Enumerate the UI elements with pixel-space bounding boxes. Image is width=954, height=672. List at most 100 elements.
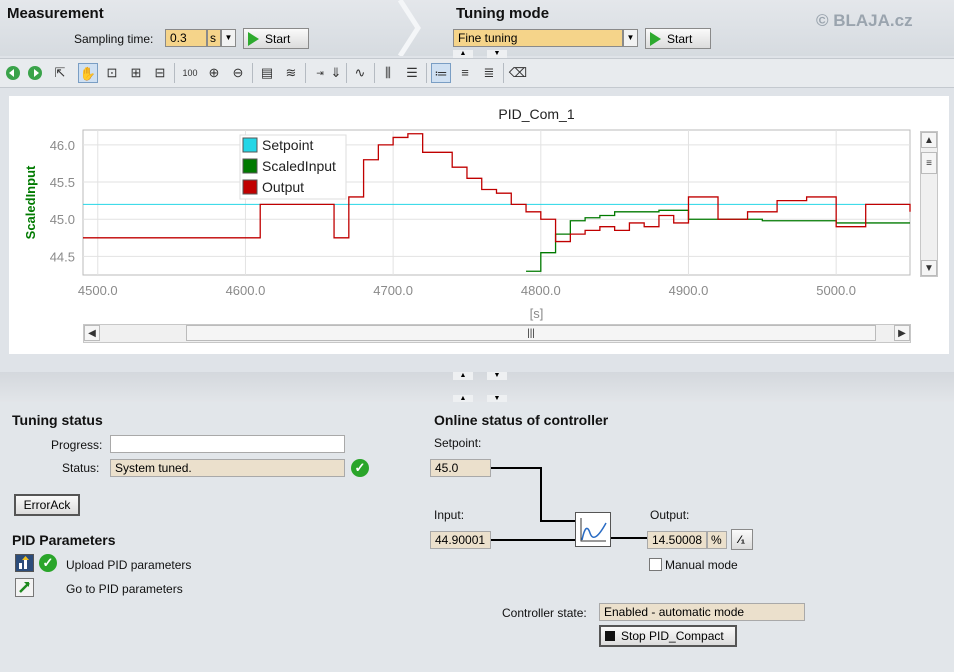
y-tick-label: 44.5 xyxy=(50,249,75,264)
x-tick-label: 4800.0 xyxy=(521,283,561,298)
controller-state-value: Enabled - automatic mode xyxy=(599,603,805,621)
zoom-box-icon[interactable]: ⊡ xyxy=(102,63,122,83)
scroll-up-icon[interactable]: ▲ xyxy=(921,132,937,148)
x-tick-label: 5000.0 xyxy=(816,283,856,298)
x-tick-label: 4600.0 xyxy=(226,283,266,298)
measurement-start-label: Start xyxy=(265,31,291,46)
horizontal-ruler-icon[interactable]: ☰ xyxy=(402,63,422,83)
y-tick-label: 45.5 xyxy=(50,175,75,190)
step-chevron-icon xyxy=(397,0,421,56)
collapse-down-icon[interactable]: ▼ xyxy=(487,372,507,380)
upload-pid-icon[interactable] xyxy=(15,554,34,572)
trend-chart[interactable]: PID_Com_1 4500.0 4600.0 4700.0 4800.0 4900.0 5… xyxy=(9,96,949,354)
scroll-right-icon[interactable]: ▶ xyxy=(894,325,910,341)
input-value: 44.90001 xyxy=(430,531,491,549)
setpoint-label: Setpoint: xyxy=(434,436,482,450)
legend-label: ScaledInput xyxy=(262,158,336,174)
check-icon: ✓ xyxy=(39,554,57,572)
legend-label: Output xyxy=(262,179,304,195)
progress-label: Progress: xyxy=(51,438,103,452)
legend-left-icon[interactable]: ≔ xyxy=(431,63,451,83)
goto-pid-label[interactable]: Go to PID parameters xyxy=(66,582,183,596)
zoom-x-icon[interactable]: ⊞ xyxy=(126,63,146,83)
zoom-100-icon[interactable]: 100 xyxy=(180,63,200,83)
tuning-start-button[interactable]: Start xyxy=(645,28,711,49)
output-unit: % xyxy=(707,531,727,549)
output-override-icon[interactable]: ⁄₁ xyxy=(731,529,753,550)
select-icon[interactable]: ⇱ xyxy=(50,63,70,83)
manual-mode-checkbox[interactable] xyxy=(649,558,662,571)
stop-pid-label: Stop PID_Compact xyxy=(621,629,724,643)
measurement-title: Measurement xyxy=(7,5,104,22)
y-tick-label: 45.0 xyxy=(50,212,75,227)
check-icon: ✓ xyxy=(351,459,369,477)
y-axis-label: ScaledInput xyxy=(23,165,38,239)
sampling-time-input[interactable]: 0.3 xyxy=(165,29,207,47)
forward-icon[interactable] xyxy=(25,63,45,83)
legend-swatch xyxy=(242,137,258,153)
output-value: 14.50008 xyxy=(647,531,707,549)
x-tick-label: 4500.0 xyxy=(78,283,118,298)
x-tick-label: 4700.0 xyxy=(373,283,413,298)
back-icon[interactable] xyxy=(3,63,23,83)
x-axis-label: [s] xyxy=(530,306,544,321)
sampling-dropdown-button[interactable]: ▼ xyxy=(221,29,236,47)
tuning-mode-dropdown-button[interactable]: ▼ xyxy=(623,29,638,47)
setpoint-value: 45.0 xyxy=(430,459,491,477)
x-tick-label: 4900.0 xyxy=(669,283,709,298)
export-icon[interactable]: ⇓ xyxy=(326,63,346,83)
online-status-title: Online status of controller xyxy=(434,412,609,428)
plot-area xyxy=(82,129,911,276)
sampling-unit: s xyxy=(207,29,221,47)
curve-icon[interactable]: ∿ xyxy=(350,63,370,83)
fit-icon[interactable]: ▤ xyxy=(257,63,277,83)
stop-pid-button[interactable]: Stop PID_Compact xyxy=(599,625,737,647)
legend-swatch xyxy=(242,158,258,174)
legend-right-icon[interactable]: ≣ xyxy=(479,63,499,83)
output-label: Output: xyxy=(650,508,690,522)
zoom-y-icon[interactable]: ⊟ xyxy=(150,63,170,83)
tuning-mode-title: Tuning mode xyxy=(456,5,550,22)
fit-y-icon[interactable]: ≋ xyxy=(281,63,301,83)
chart-vertical-scrollbar[interactable]: ▲ ≡ ▼ xyxy=(920,131,938,277)
measurement-start-button[interactable]: Start xyxy=(243,28,309,49)
manual-mode-label: Manual mode xyxy=(665,558,738,572)
panel-splitter[interactable] xyxy=(0,372,954,402)
status-label: Status: xyxy=(62,461,100,475)
play-icon xyxy=(248,31,259,46)
chart-title: PID_Com_1 xyxy=(498,106,574,122)
stop-icon xyxy=(605,631,615,641)
sampling-time-label: Sampling time: xyxy=(74,32,154,46)
collapse-up-icon[interactable]: ▲ xyxy=(453,50,473,58)
collapse-up-icon[interactable]: ▲ xyxy=(453,372,473,380)
chart-horizontal-scrollbar[interactable]: ◀ ||| ▶ xyxy=(83,324,911,343)
tuning-mode-select[interactable]: Fine tuning xyxy=(453,29,623,47)
chart-toolbar: ⇱ ✋ ⊡ ⊞ ⊟ 100 ⊕ ⊖ ▤ ≋ ⇥ ⇓ ∿ ⫼ ☰ ≔ ≡ ≣ ⌫ xyxy=(0,58,954,88)
expand-down-icon[interactable]: ▼ xyxy=(487,395,507,402)
pan-icon[interactable]: ✋ xyxy=(78,63,98,83)
upload-pid-label[interactable]: Upload PID parameters xyxy=(66,558,191,572)
play-icon xyxy=(650,31,661,46)
tuning-status-title: Tuning status xyxy=(12,412,103,428)
collapse-down-icon[interactable]: ▼ xyxy=(487,50,507,58)
progress-bar xyxy=(110,435,345,453)
legend-label: Setpoint xyxy=(262,137,313,153)
legend-swatch xyxy=(242,179,258,195)
controller-block-icon xyxy=(575,512,611,547)
scroll-left-icon[interactable]: ◀ xyxy=(84,325,100,341)
input-label: Input: xyxy=(434,508,465,522)
zoom-in-icon[interactable]: ⊕ xyxy=(204,63,224,83)
y-tick-label: 46.0 xyxy=(50,138,75,153)
pid-parameters-title: PID Parameters xyxy=(12,532,116,548)
goto-pid-icon[interactable] xyxy=(15,578,34,597)
erroack-button[interactable]: ErrorAck xyxy=(14,494,80,516)
scroll-thumb-h[interactable]: ||| xyxy=(186,325,876,341)
vertical-ruler-icon[interactable]: ⫼ xyxy=(378,63,398,83)
expand-up-icon[interactable]: ▲ xyxy=(453,395,473,402)
tuning-start-label: Start xyxy=(667,31,693,46)
zoom-out-icon[interactable]: ⊖ xyxy=(228,63,248,83)
scroll-thumb-v[interactable]: ≡ xyxy=(921,152,937,174)
scroll-down-icon[interactable]: ▼ xyxy=(921,260,937,276)
clear-icon[interactable]: ⌫ xyxy=(508,63,528,83)
legend-center-icon[interactable]: ≡ xyxy=(455,63,475,83)
